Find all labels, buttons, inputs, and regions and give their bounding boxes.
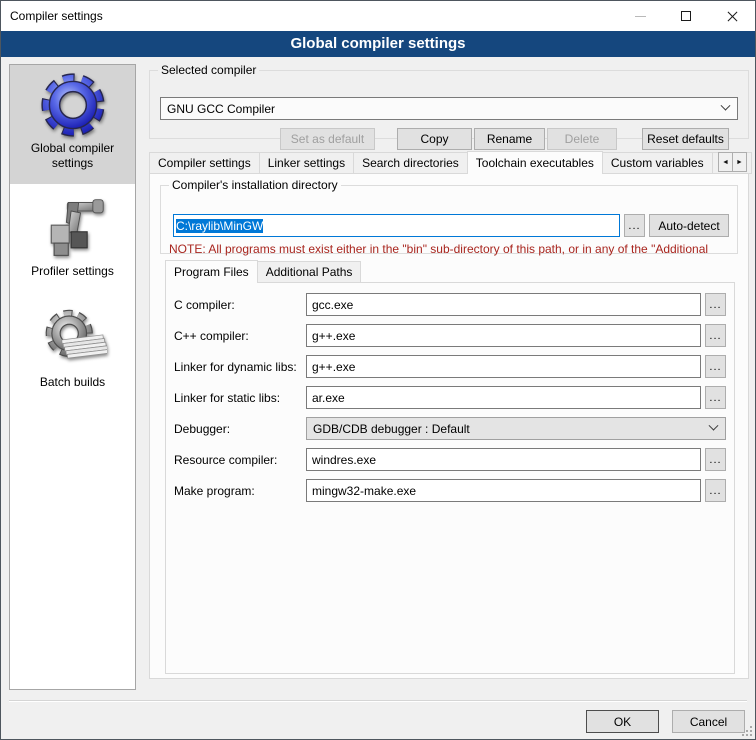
program-files-page: C compiler: ... C++ compiler: ... Linker… [165, 282, 735, 674]
close-icon [726, 10, 739, 23]
cpp-compiler-label: C++ compiler: [174, 329, 306, 343]
sidebar-item-batch-builds[interactable]: Batch builds [10, 279, 135, 390]
tab-scroll-right-button[interactable]: ► [732, 152, 747, 172]
debugger-label: Debugger: [174, 422, 306, 436]
installation-directory-row: C:\raylib\MinGW ... Auto-detect [173, 214, 729, 237]
linker-dynamic-row: Linker for dynamic libs: ... [174, 355, 726, 378]
installation-directory-browse-button[interactable]: ... [624, 214, 645, 237]
resource-compiler-row: Resource compiler: ... [174, 448, 726, 471]
ok-button[interactable]: OK [586, 710, 659, 733]
tab-compiler-settings[interactable]: Compiler settings [149, 152, 260, 174]
c-compiler-label: C compiler: [174, 298, 306, 312]
linker-static-browse-button[interactable]: ... [705, 386, 726, 409]
chevron-down-icon [721, 101, 731, 111]
gray-gear-stack-icon [37, 303, 109, 375]
installation-directory-group: Compiler's installation directory C:\ray… [160, 178, 738, 254]
resource-compiler-label: Resource compiler: [174, 453, 306, 467]
make-program-row: Make program: ... [174, 479, 726, 502]
make-program-label: Make program: [174, 484, 306, 498]
debugger-row: Debugger: GDB/CDB debugger : Default [174, 417, 726, 440]
sidebar-item-global-compiler-settings[interactable]: Global compiler settings [10, 65, 135, 184]
compiler-select[interactable]: GNU GCC Compiler [160, 97, 738, 120]
titlebar: Compiler settings [1, 1, 755, 31]
compiler-buttons-row: Set as default Copy Rename Delete Reset … [160, 128, 738, 150]
compiler-select-value: GNU GCC Compiler [167, 102, 722, 116]
bin-subdirectory-note: NOTE: All programs must exist either in … [169, 242, 736, 256]
selected-compiler-group-label: Selected compiler [158, 63, 259, 77]
selected-compiler-group: Selected compiler GNU GCC Compiler Set a… [149, 63, 749, 139]
linker-dynamic-browse-button[interactable]: ... [705, 355, 726, 378]
linker-static-label: Linker for static libs: [174, 391, 306, 405]
settings-tabs: Compiler settings Linker settings Search… [149, 151, 751, 174]
debugger-select-value: GDB/CDB debugger : Default [313, 422, 710, 436]
delete-button[interactable]: Delete [547, 128, 617, 150]
cpp-compiler-row: C++ compiler: ... [174, 324, 726, 347]
tab-scroll-buttons: ◄ ► [719, 152, 747, 172]
installation-directory-input[interactable]: C:\raylib\MinGW [173, 214, 620, 237]
tab-toolchain-executables[interactable]: Toolchain executables [467, 151, 603, 174]
linker-dynamic-label: Linker for dynamic libs: [174, 360, 306, 374]
compiler-settings-dialog: Compiler settings Global compiler settin… [0, 0, 756, 740]
resource-compiler-browse-button[interactable]: ... [705, 448, 726, 471]
tab-scroll-left-button[interactable]: ◄ [718, 152, 733, 172]
tab-custom-variables[interactable]: Custom variables [602, 152, 713, 174]
minimize-button[interactable] [617, 1, 663, 31]
profiler-caliper-icon [37, 192, 109, 264]
chevron-down-icon [709, 421, 719, 431]
linker-static-row: Linker for static libs: ... [174, 386, 726, 409]
make-program-input[interactable] [306, 479, 701, 502]
c-compiler-row: C compiler: ... [174, 293, 726, 316]
sidebar-item-label: Profiler settings [17, 264, 129, 279]
tab-search-directories[interactable]: Search directories [353, 152, 468, 174]
blue-gear-icon [37, 69, 109, 141]
rename-button[interactable]: Rename [474, 128, 545, 150]
sidebar-item-profiler-settings[interactable]: Profiler settings [10, 184, 135, 279]
tab-program-files[interactable]: Program Files [165, 260, 258, 283]
window-controls [617, 1, 755, 31]
make-program-browse-button[interactable]: ... [705, 479, 726, 502]
linker-static-input[interactable] [306, 386, 701, 409]
scroll-right-icon: ► [736, 159, 743, 166]
sidebar: Global compiler settings [9, 64, 136, 690]
footer-divider [9, 700, 747, 702]
window-title: Compiler settings [1, 9, 103, 23]
scroll-left-icon: ◄ [722, 159, 729, 166]
resize-grip-icon[interactable] [741, 725, 753, 737]
cpp-compiler-input[interactable] [306, 324, 701, 347]
set-as-default-button[interactable]: Set as default [280, 128, 375, 150]
tab-additional-paths[interactable]: Additional Paths [257, 261, 362, 283]
debugger-select[interactable]: GDB/CDB debugger : Default [306, 417, 726, 440]
maximize-button[interactable] [663, 1, 709, 31]
minimize-icon [635, 16, 646, 17]
toolchain-executables-page: Compiler's installation directory C:\ray… [149, 173, 749, 679]
maximize-icon [681, 11, 691, 21]
c-compiler-browse-button[interactable]: ... [705, 293, 726, 316]
installation-directory-group-label: Compiler's installation directory [169, 178, 341, 192]
page-title: Global compiler settings [1, 31, 755, 57]
resource-compiler-input[interactable] [306, 448, 701, 471]
cpp-compiler-browse-button[interactable]: ... [705, 324, 726, 347]
close-button[interactable] [709, 1, 755, 31]
tab-linker-settings[interactable]: Linker settings [259, 152, 354, 174]
sidebar-item-label: Global compiler settings [17, 141, 129, 171]
copy-button[interactable]: Copy [397, 128, 472, 150]
installation-directory-value: C:\raylib\MinGW [176, 219, 263, 233]
cancel-button[interactable]: Cancel [672, 710, 745, 733]
sidebar-item-label: Batch builds [17, 375, 129, 390]
program-files-tabs: Program Files Additional Paths [165, 260, 360, 283]
reset-defaults-button[interactable]: Reset defaults [642, 128, 729, 150]
linker-dynamic-input[interactable] [306, 355, 701, 378]
c-compiler-input[interactable] [306, 293, 701, 316]
auto-detect-button[interactable]: Auto-detect [649, 214, 729, 237]
